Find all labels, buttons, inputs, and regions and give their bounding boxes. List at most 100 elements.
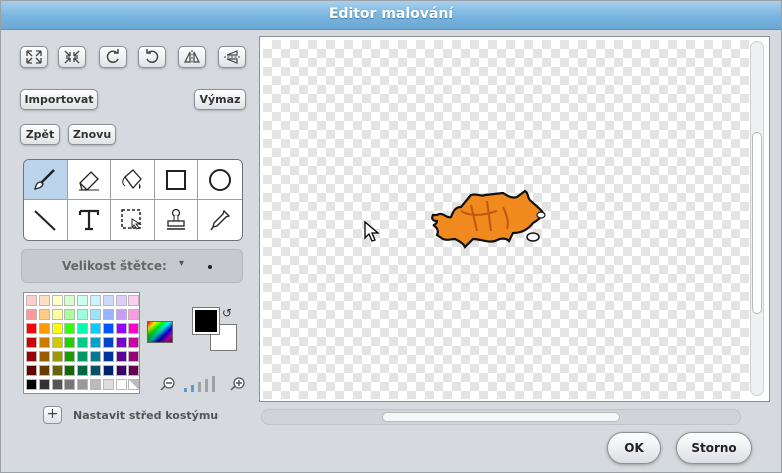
color-swatch[interactable] — [38, 295, 50, 306]
flip-vertical-button[interactable] — [218, 46, 246, 68]
color-swatch[interactable] — [77, 379, 89, 390]
color-swatch[interactable] — [115, 365, 127, 376]
color-swatch[interactable] — [64, 365, 76, 376]
color-swatch[interactable] — [102, 309, 114, 320]
color-swatch[interactable] — [26, 337, 37, 348]
set-center-button[interactable]: + — [43, 406, 62, 424]
color-swatch[interactable] — [38, 337, 50, 348]
color-swatch[interactable] — [90, 379, 101, 390]
color-swatch[interactable] — [51, 379, 63, 390]
rotate-right-button[interactable] — [138, 46, 166, 68]
horizontal-scrollbar[interactable] — [261, 409, 741, 425]
color-swatch[interactable] — [77, 337, 89, 348]
chevron-down-icon[interactable]: ▾ — [179, 258, 184, 269]
color-swatch[interactable] — [26, 351, 37, 362]
vertical-scroll-thumb[interactable] — [752, 132, 762, 314]
import-button[interactable]: Importovat — [20, 89, 98, 110]
zoom-level-2[interactable] — [191, 385, 194, 392]
color-swatch[interactable] — [64, 295, 76, 306]
rotate-left-button[interactable] — [99, 46, 127, 68]
color-swatch[interactable] — [90, 295, 101, 306]
zoom-level-1[interactable] — [184, 388, 187, 392]
color-swatch[interactable] — [128, 337, 140, 348]
tool-fill[interactable] — [111, 160, 155, 200]
color-swatch[interactable] — [128, 351, 140, 362]
color-swatch[interactable] — [26, 365, 37, 376]
color-swatch[interactable] — [102, 295, 114, 306]
horizontal-scroll-thumb[interactable] — [382, 412, 620, 422]
color-swatch[interactable] — [102, 379, 114, 390]
zoom-level-4[interactable] — [205, 379, 208, 392]
color-swatch[interactable] — [90, 323, 101, 334]
brush-size-bar[interactable]: Velikost štětce: ▾ — [21, 249, 243, 283]
foreground-color[interactable] — [192, 307, 220, 335]
color-swatch[interactable] — [90, 309, 101, 320]
color-swatch[interactable] — [26, 309, 37, 320]
color-swatch[interactable] — [115, 337, 127, 348]
undo-button[interactable]: Zpět — [20, 124, 60, 145]
color-swatch[interactable] — [128, 323, 140, 334]
color-swatch[interactable] — [64, 337, 76, 348]
zoom-level-3[interactable] — [198, 382, 201, 392]
color-swatch[interactable] — [128, 379, 140, 390]
color-swatch[interactable] — [77, 295, 89, 306]
tool-rectangle[interactable] — [154, 160, 199, 200]
color-swatch[interactable] — [102, 337, 114, 348]
tool-eraser[interactable] — [67, 160, 112, 200]
color-swatch[interactable] — [77, 309, 89, 320]
tool-text[interactable] — [67, 200, 112, 240]
color-swatch[interactable] — [90, 365, 101, 376]
color-swatch[interactable] — [26, 379, 37, 390]
cancel-button[interactable]: Storno — [676, 432, 752, 464]
swap-colors-icon[interactable]: ↺ — [222, 306, 232, 320]
color-swatch[interactable] — [90, 337, 101, 348]
color-swatch[interactable] — [102, 365, 114, 376]
color-swatch[interactable] — [51, 309, 63, 320]
color-swatch[interactable] — [128, 295, 140, 306]
tool-eyedropper[interactable] — [198, 200, 242, 240]
drawing-canvas[interactable] — [263, 40, 749, 399]
color-swatch[interactable] — [77, 323, 89, 334]
color-swatch[interactable] — [26, 323, 37, 334]
color-swatch[interactable] — [102, 351, 114, 362]
zoom-out-icon[interactable] — [160, 376, 176, 392]
color-swatch[interactable] — [64, 323, 76, 334]
tool-select[interactable] — [111, 200, 155, 240]
color-swatch[interactable] — [64, 379, 76, 390]
color-swatch[interactable] — [115, 309, 127, 320]
tool-stamp[interactable] — [154, 200, 199, 240]
color-swatch[interactable] — [115, 295, 127, 306]
color-swatch[interactable] — [77, 365, 89, 376]
color-swatch[interactable] — [51, 323, 63, 334]
color-swatch[interactable] — [38, 323, 50, 334]
color-swatch[interactable] — [115, 351, 127, 362]
color-swatch[interactable] — [64, 309, 76, 320]
flip-horizontal-button[interactable] — [178, 46, 206, 68]
color-swatch[interactable] — [38, 351, 50, 362]
ok-button[interactable]: OK — [607, 432, 661, 464]
vertical-scrollbar[interactable] — [750, 41, 764, 396]
color-swatch[interactable] — [51, 295, 63, 306]
color-swatch[interactable] — [64, 351, 76, 362]
color-swatch[interactable] — [77, 351, 89, 362]
color-swatch[interactable] — [115, 323, 127, 334]
tool-paintbrush[interactable] — [24, 160, 68, 200]
grow-button[interactable] — [20, 46, 48, 68]
tool-line[interactable] — [24, 200, 68, 240]
color-swatch[interactable] — [26, 295, 37, 306]
color-swatch[interactable] — [128, 309, 140, 320]
tool-ellipse[interactable] — [198, 160, 242, 200]
clear-button[interactable]: Výmaz — [194, 89, 246, 110]
shrink-button[interactable] — [58, 46, 86, 68]
zoom-level-5[interactable] — [212, 376, 215, 392]
color-swatch[interactable] — [102, 323, 114, 334]
color-swatch[interactable] — [51, 365, 63, 376]
color-swatch[interactable] — [38, 379, 50, 390]
color-swatch[interactable] — [90, 351, 101, 362]
color-picker-button[interactable] — [147, 321, 173, 343]
color-swatch[interactable] — [115, 379, 127, 390]
color-swatch[interactable] — [38, 365, 50, 376]
color-swatch[interactable] — [51, 351, 63, 362]
redo-button[interactable]: Znovu — [68, 124, 116, 145]
zoom-in-icon[interactable] — [230, 376, 246, 392]
